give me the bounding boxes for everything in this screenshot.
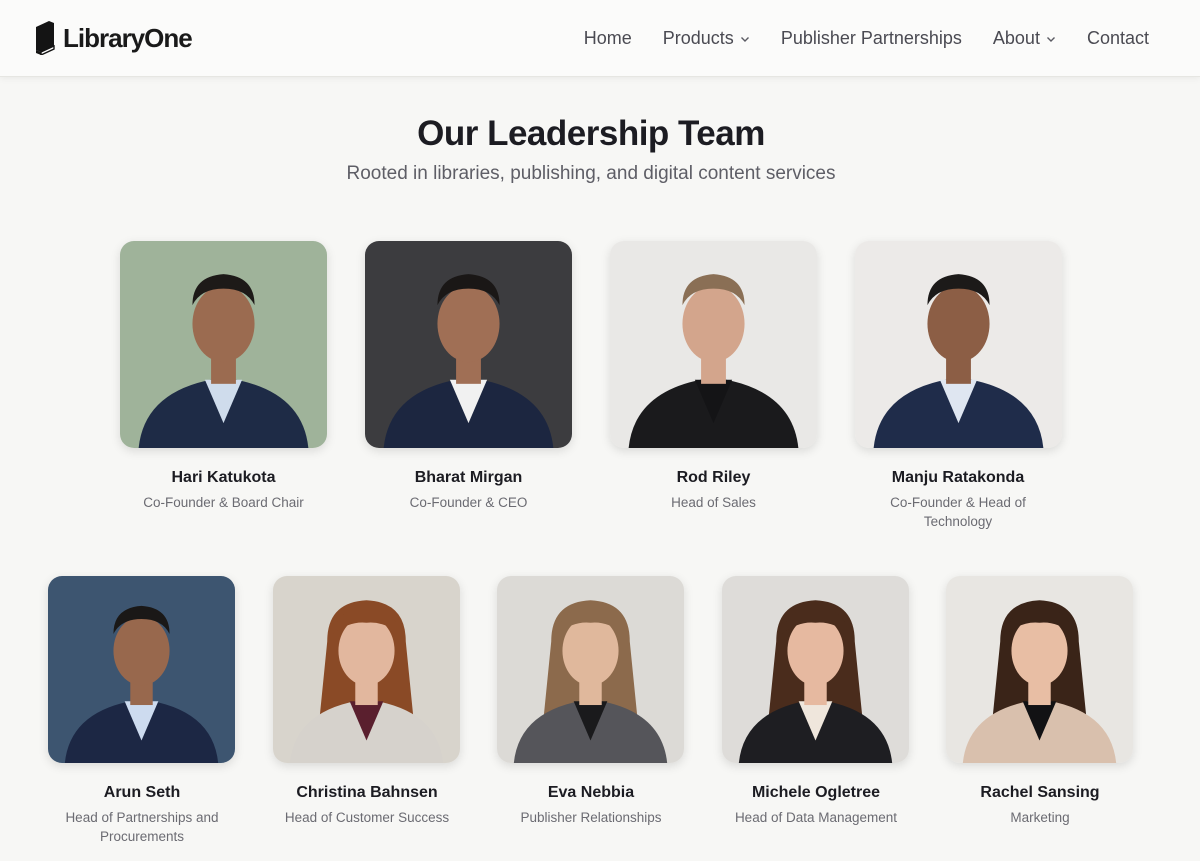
chevron-down-icon — [1046, 36, 1055, 42]
book-logo-icon — [36, 21, 55, 55]
page-subtitle: Rooted in libraries, publishing, and dig… — [346, 163, 836, 184]
main-nav: Home Products Publisher Partnerships Abo… — [584, 0, 1149, 77]
team-member-card: Rod Riley Head of Sales — [590, 241, 837, 541]
member-name: Eva Nebbia — [547, 784, 635, 801]
nav-products[interactable]: Products — [663, 28, 750, 49]
site-header: LibraryOne Home Products Publisher Partn… — [0, 0, 1200, 77]
team-member-card: Manju Ratakonda Co-Founder & Head of Tec… — [855, 241, 1062, 541]
member-name: Rachel Sansing — [980, 784, 1100, 801]
nav-about[interactable]: About — [993, 28, 1056, 49]
brand-name: LibraryOne — [63, 22, 193, 53]
team-member-card: Hari Katukota Co-Founder & Board Chair — [100, 241, 347, 541]
page-title: Our Leadership Team — [417, 114, 765, 153]
member-role: Co-Founder & Board Chair — [143, 495, 304, 510]
portrait-photo — [855, 241, 1062, 448]
member-name: Rod Riley — [676, 469, 751, 486]
portrait-photo — [722, 576, 909, 763]
nav-products-label: Products — [662, 28, 734, 48]
nav-contact-label: Contact — [1086, 28, 1149, 48]
nav-home[interactable]: Home — [584, 28, 632, 49]
portrait-photo — [273, 576, 460, 763]
nav-about-label: About — [992, 28, 1040, 48]
nav-publisher-partnerships[interactable]: Publisher Partnerships — [781, 28, 962, 49]
team-member-card: Christina Bahnsen Head of Customer Succe… — [262, 576, 472, 861]
portrait-photo — [365, 241, 572, 448]
logo[interactable]: LibraryOne — [33, 21, 193, 55]
member-role: Head of Data Management — [734, 810, 898, 825]
member-role: Publisher Relationships — [520, 810, 662, 825]
portrait-photo — [610, 241, 817, 448]
team-member-card: Arun Seth Head of Partnerships and Procu… — [42, 576, 242, 861]
nav-publisher-partnerships-label: Publisher Partnerships — [780, 28, 962, 48]
portrait-photo — [48, 576, 235, 763]
chevron-down-icon — [740, 36, 749, 42]
team-member-card: Rachel Sansing Marketing — [935, 576, 1145, 861]
member-name: Hari Katukota — [171, 469, 276, 486]
member-role: Head of Customer Success — [284, 810, 450, 825]
portrait-photo — [120, 241, 327, 448]
member-name: Christina Bahnsen — [296, 784, 438, 801]
portrait-photo — [497, 576, 684, 763]
member-name: Bharat Mirgan — [414, 469, 523, 486]
member-name: Arun Seth — [103, 784, 181, 801]
member-role: Head of Sales — [671, 495, 756, 510]
member-role: Co-Founder & Head of Technology — [890, 495, 1026, 529]
portrait-photo — [946, 576, 1133, 763]
member-role: Head of Partnerships and Procurements — [65, 810, 219, 844]
member-role: Co-Founder & CEO — [409, 495, 528, 510]
nav-home-label: Home — [583, 28, 632, 48]
member-role: Marketing — [1010, 810, 1070, 825]
member-name: Michele Ogletree — [751, 784, 881, 801]
team-member-card: Eva Nebbia Publisher Relationships — [486, 576, 696, 861]
team-member-card: Michele Ogletree Head of Data Management — [711, 576, 921, 861]
member-name: Manju Ratakonda — [891, 469, 1025, 486]
nav-contact[interactable]: Contact — [1087, 28, 1149, 49]
team-member-card: Bharat Mirgan Co-Founder & CEO — [345, 241, 592, 541]
